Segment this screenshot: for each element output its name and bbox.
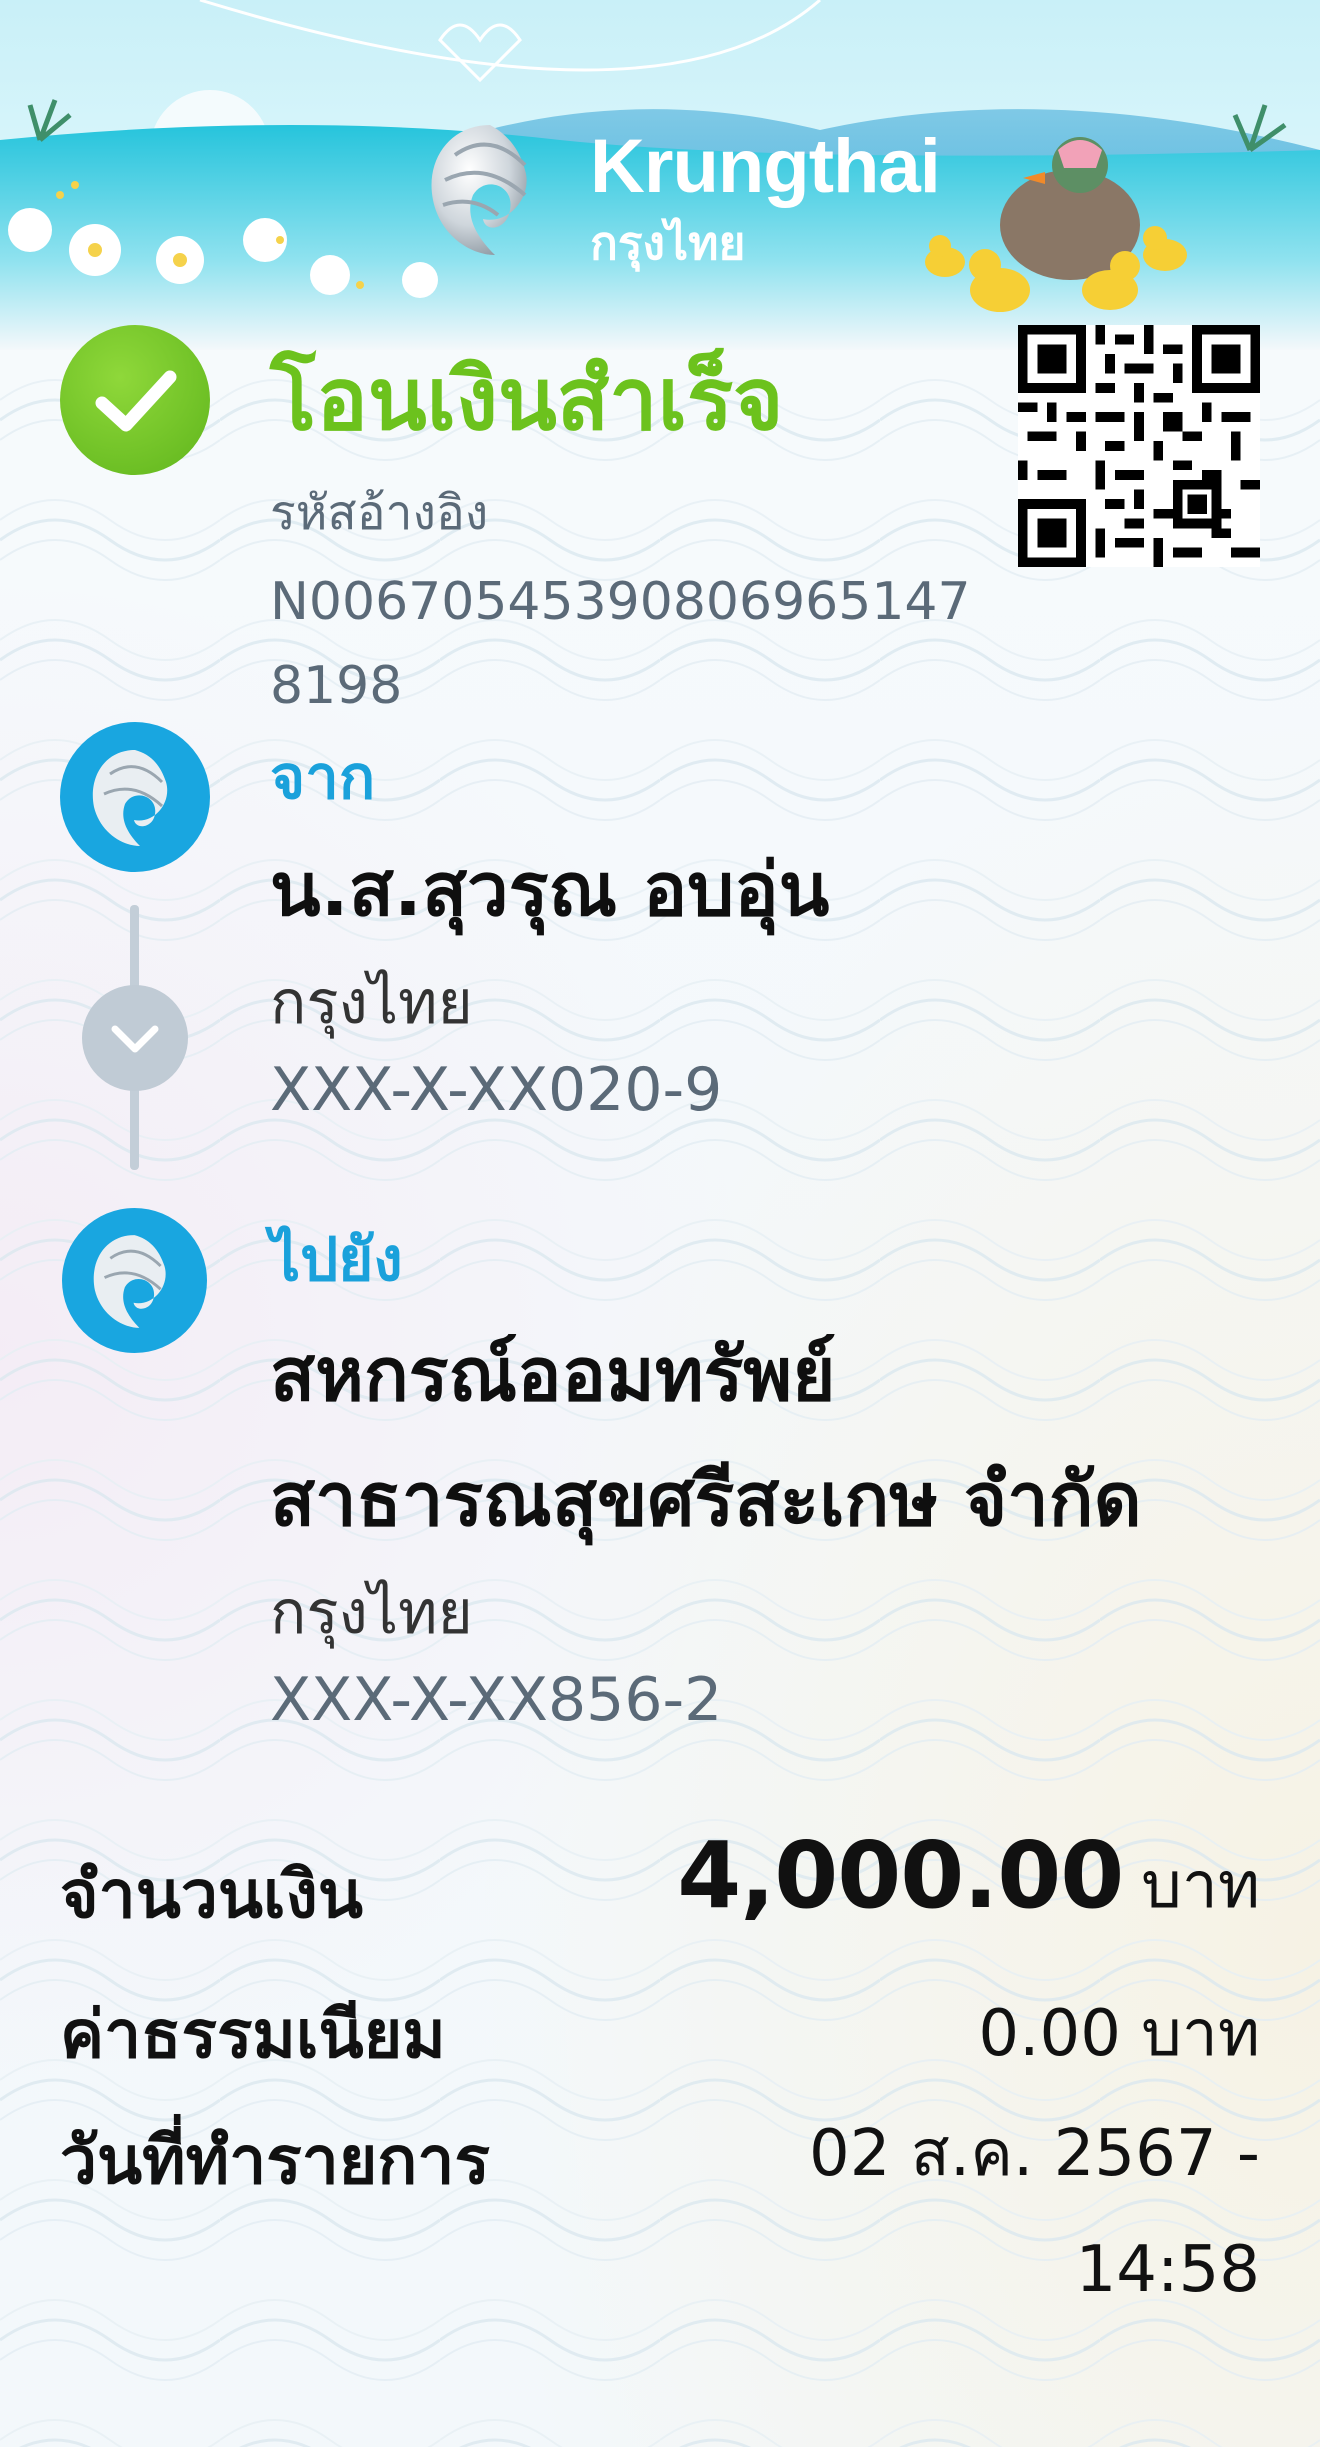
receiver-bank: กรุงไทย xyxy=(270,1578,473,1648)
amount-label: จำนวนเงิน xyxy=(60,1856,363,1933)
krungthai-bird-icon xyxy=(431,125,527,255)
reference-value: N006705453908069651478198 xyxy=(270,572,971,716)
brand-name-en: Krungthai xyxy=(590,124,941,209)
date-value: 02 ส.ค. 2567 - xyxy=(809,2117,1260,2191)
receiver-account: XXX-X-XX856-2 xyxy=(270,1665,723,1735)
fee-value: 0.00 บาท xyxy=(978,1997,1260,2071)
check-circle-icon xyxy=(60,325,210,475)
time-value: 14:58 xyxy=(1075,2233,1260,2307)
amount-row: 4,000.00 บาท xyxy=(677,1822,1260,1936)
sender-bank: กรุงไทย xyxy=(270,968,473,1038)
header-banner: Krungthai กรุงไทย xyxy=(0,0,1320,350)
receiver-name-line2: สาธารณสุขศรีสะเกษ จำกัด xyxy=(270,1457,1142,1543)
receiver-name-line1: สหกรณ์ออมทรัพย์ xyxy=(270,1332,836,1418)
chevron-down-icon xyxy=(82,985,188,1091)
amount-unit: บาท xyxy=(1141,1849,1260,1923)
amount-value: 4,000.00 xyxy=(677,1822,1124,1929)
date-label: วันที่ทำรายการ xyxy=(60,2122,490,2199)
sender-name: น.ส.สุวรุณ อบอุ่น xyxy=(270,847,830,933)
receiver-bank-icon xyxy=(62,1208,207,1353)
sender-account: XXX-X-XX020-9 xyxy=(270,1055,723,1125)
from-label: จาก xyxy=(270,743,376,813)
brand-logo: Krungthai กรุงไทย xyxy=(415,115,941,270)
to-label: ไปยัง xyxy=(270,1225,403,1295)
transaction-date: 02 ส.ค. 2567 - 14:58 xyxy=(809,2096,1260,2328)
status-title: โอนเงินสำเร็จ xyxy=(270,350,784,450)
qr-code[interactable] xyxy=(1018,325,1260,567)
sender-bank-icon xyxy=(60,722,210,872)
reference-label: รหัสอ้างอิง xyxy=(270,485,489,541)
brand-name-th: กรุงไทย xyxy=(590,216,746,270)
fee-label: ค่าธรรมเนียม xyxy=(60,1996,446,2073)
